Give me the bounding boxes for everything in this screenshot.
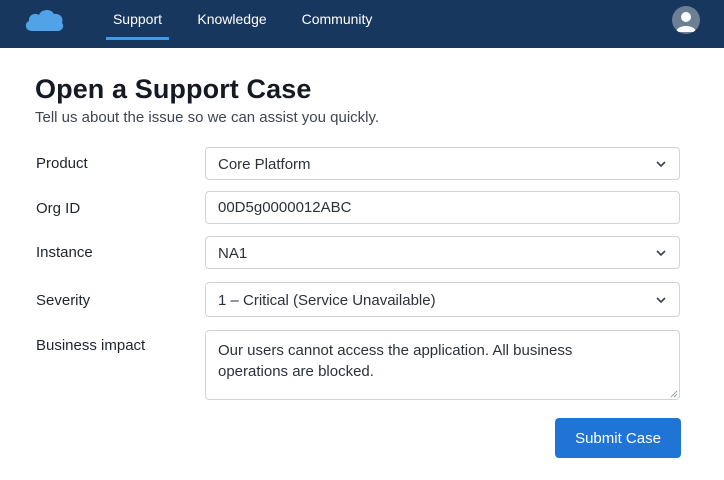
org-id-label: Org ID: [36, 200, 81, 217]
tab-community-label: Community: [301, 11, 373, 27]
tab-community[interactable]: Community: [298, 0, 376, 48]
tab-knowledge-label: Knowledge: [197, 11, 267, 27]
user-avatar[interactable]: [672, 6, 700, 34]
product-label: Product: [36, 155, 88, 172]
cloud-icon[interactable]: [22, 5, 66, 33]
page-subtitle: Tell us about the issue so we can assist…: [35, 109, 380, 126]
chevron-down-icon: [656, 250, 666, 257]
chevron-down-icon: [656, 161, 666, 168]
tab-support[interactable]: Support: [106, 0, 169, 40]
instance-select[interactable]: NA1: [205, 236, 680, 269]
org-id-input[interactable]: [205, 191, 680, 224]
submit-case-button[interactable]: Submit Case: [555, 418, 681, 458]
instance-label: Instance: [36, 244, 93, 261]
product-select[interactable]: Core Platform: [205, 147, 680, 180]
top-navigation-bar: Support Knowledge Community: [0, 0, 724, 48]
severity-select-value: 1 – Critical (Service Unavailable): [218, 292, 436, 309]
user-avatar-icon: [676, 12, 696, 32]
chevron-down-icon: [656, 297, 666, 304]
instance-select-value: NA1: [218, 245, 248, 262]
page-title: Open a Support Case: [35, 74, 312, 104]
product-select-value: Core Platform: [218, 156, 311, 173]
tab-knowledge[interactable]: Knowledge: [194, 0, 270, 48]
severity-label: Severity: [36, 292, 91, 309]
tab-support-label: Support: [112, 11, 163, 27]
severity-select[interactable]: 1 – Critical (Service Unavailable): [205, 282, 680, 317]
business-impact-textarea[interactable]: Our users cannot access the application.…: [205, 330, 680, 400]
business-impact-label: Business impact: [36, 337, 146, 354]
